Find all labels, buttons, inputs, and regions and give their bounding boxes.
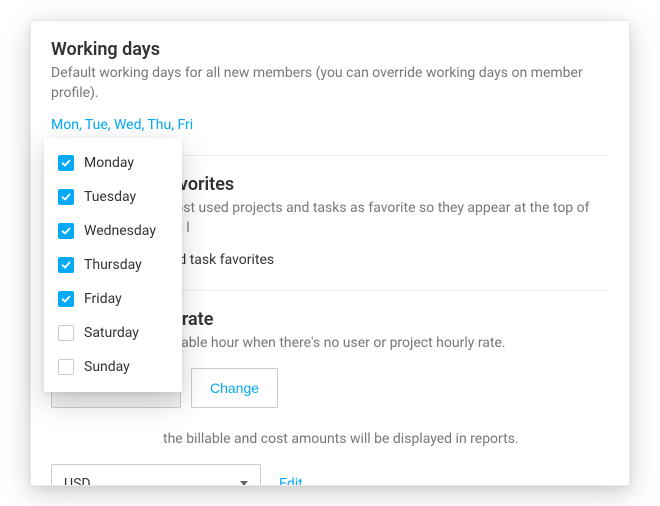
- chevron-down-icon: [240, 481, 248, 486]
- day-option-friday[interactable]: Friday: [44, 282, 182, 316]
- day-label: Monday: [84, 155, 134, 171]
- checkbox-checked-icon[interactable]: [58, 223, 74, 239]
- currency-value: USD: [64, 476, 91, 486]
- day-option-monday[interactable]: Monday: [44, 146, 182, 180]
- working-days-dropdown[interactable]: Monday Tuesday Wednesday Thursday Friday Satu…: [44, 138, 182, 392]
- billable-rate-desc: billable hour when there's no user or pr…: [163, 334, 609, 354]
- day-label: Sunday: [84, 359, 130, 375]
- currency-section: the billable and cost amounts will be di…: [51, 430, 609, 486]
- day-label: Tuesday: [84, 189, 136, 205]
- checkbox-checked-icon[interactable]: [58, 257, 74, 273]
- favorites-title: favorites: [163, 174, 609, 195]
- currency-row: USD Edit: [51, 464, 609, 486]
- billable-rate-title: le rate: [163, 309, 609, 330]
- checkbox-unchecked-icon[interactable]: [58, 359, 74, 375]
- working-days-desc: Default working days for all new members…: [51, 64, 609, 103]
- checkbox-checked-icon[interactable]: [58, 291, 74, 307]
- currency-desc: the billable and cost amounts will be di…: [163, 430, 609, 450]
- day-label: Thursday: [84, 257, 142, 273]
- day-option-sunday[interactable]: Sunday: [44, 350, 182, 384]
- day-option-wednesday[interactable]: Wednesday: [44, 214, 182, 248]
- day-label: Friday: [84, 291, 122, 307]
- day-option-saturday[interactable]: Saturday: [44, 316, 182, 350]
- working-days-title: Working days: [51, 39, 609, 60]
- currency-select[interactable]: USD: [51, 464, 261, 486]
- working-days-summary[interactable]: Mon, Tue, Wed, Thu, Fri: [51, 117, 609, 133]
- favorites-checkbox-row[interactable]: and task favorites: [163, 252, 609, 268]
- day-label: Saturday: [84, 325, 139, 341]
- checkbox-unchecked-icon[interactable]: [58, 325, 74, 341]
- checkbox-checked-icon[interactable]: [58, 155, 74, 171]
- checkbox-checked-icon[interactable]: [58, 189, 74, 205]
- change-button[interactable]: Change: [191, 368, 278, 408]
- favorites-section: favorites most used projects and tasks a…: [163, 174, 609, 268]
- day-label: Wednesday: [84, 223, 156, 239]
- favorites-desc: most used projects and tasks as favorite…: [163, 199, 609, 238]
- day-option-thursday[interactable]: Thursday: [44, 248, 182, 282]
- day-option-tuesday[interactable]: Tuesday: [44, 180, 182, 214]
- working-days-section: Working days Default working days for al…: [51, 39, 609, 133]
- edit-link[interactable]: Edit: [279, 476, 303, 486]
